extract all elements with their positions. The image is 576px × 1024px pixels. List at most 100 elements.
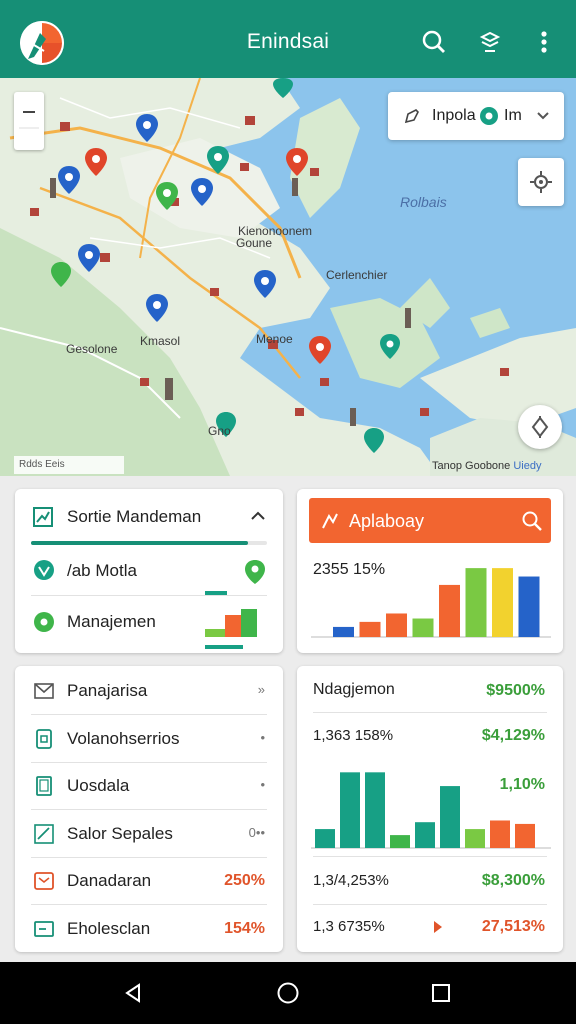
divider [313,712,547,713]
crosshair-icon [530,171,552,193]
search-header[interactable]: Aplaboay [309,498,551,543]
search-icon[interactable] [420,28,448,56]
chart-bar [518,576,540,637]
map-label-city: Kmasol [140,334,181,348]
list-item-value: 250% [224,872,265,889]
card-menu: Sortie Mandeman /ab Motla Manajemen [15,489,283,653]
map-search-text: Inpola [432,107,476,124]
card-title: Ndagjemon [313,681,395,698]
list-item-label[interactable]: Danadaran [67,871,151,891]
search-icon[interactable] [521,510,543,532]
location-pin-icon [243,559,267,585]
map-label-city: Goune [236,236,273,250]
chart-bar [386,613,407,637]
card-icon [33,918,55,940]
stat-value: $8,300% [481,872,545,889]
list-item-value: • [260,777,265,792]
card-analytics: Aplaboay 2355 15% [297,489,563,653]
card-list: Panajarisa » Volanohserrios • Uosdala • Salor … [15,666,283,952]
map-label-city: Gno [208,424,231,438]
app-bar: Enindsai [0,0,576,78]
stat-label: 1,3/4,253% [313,872,389,889]
back-icon[interactable] [118,978,148,1008]
chart-bar [390,835,410,848]
card-stats: Ndagjemon $9500% 1,363 158% $4,129% 1,10… [297,666,563,952]
divider [313,856,547,857]
divider [31,714,267,715]
chart-bar [412,618,434,637]
title-value: $9500% [486,682,545,699]
divider [313,904,547,905]
map-search-suffix: Im [504,107,522,124]
zoom-control[interactable] [14,92,44,150]
more-vert-icon[interactable] [530,28,558,56]
home-icon[interactable] [273,978,303,1008]
attribution-text: Tanop Goobone [432,460,511,472]
chart-icon [33,507,53,527]
zoom-out-icon[interactable] [14,92,44,150]
progress-fill [31,541,249,545]
place-badge-icon [480,107,498,125]
header-title: Aplaboay [349,511,425,531]
chart-bar [340,772,360,848]
edit-chart-icon [33,823,55,845]
divider [31,761,267,763]
divider [31,904,267,905]
list-item-value: » [257,682,265,697]
chevron-down-icon[interactable] [536,110,550,122]
bar-chart [311,568,551,638]
map-label-city: Gesolone [66,342,118,356]
list-item-label[interactable]: Salor Sepales [67,824,173,844]
chart-bar [465,568,487,637]
mini-chart [205,609,265,637]
map-search-box[interactable]: Inpola Im [388,92,564,140]
mini-bar [205,645,243,649]
mail-icon [33,680,55,702]
recents-icon[interactable] [426,978,456,1008]
navigation-icon [531,416,549,438]
my-location-button[interactable] [518,158,564,206]
document-icon [33,728,55,750]
chevron-up-icon[interactable] [249,507,267,525]
divider [31,809,267,810]
list-item-label[interactable]: Manajemen [67,612,156,632]
gear-icon [33,611,55,633]
progress-track [31,541,267,545]
divider [31,856,267,858]
bar-chart [311,772,551,849]
compass-button[interactable] [518,405,562,449]
chart-bar [439,584,460,637]
chart-bar [515,823,535,848]
list-item-label[interactable]: Panajarisa [67,681,147,701]
list-item-label[interactable]: Eholesclan [67,919,150,939]
tablet-icon [33,775,55,797]
map-label-city: Menoe [256,332,293,346]
stat-label: 1,363 158% [313,727,394,744]
attribution-brand: Uiedy [513,460,542,472]
map-attribution: Tanop Goobone Uiedy [432,460,541,472]
chart-bar [492,568,513,637]
play-arrow-icon [431,918,445,936]
chart-bar [365,772,385,848]
list-item-label[interactable]: Volanohserrios [67,729,179,749]
trend-icon [322,513,338,529]
chart-bar [440,786,460,848]
chart-bar [359,621,381,637]
list-item-label[interactable]: Uosdala [67,776,129,796]
list-item-label[interactable]: /ab Motla [67,561,137,581]
divider [31,595,267,596]
chart-bar [415,822,435,848]
edit-icon [404,109,419,124]
list-item-value: 154% [224,919,265,937]
layers-icon[interactable] [476,28,504,56]
map-label-sea: Rolbais [400,194,447,210]
chart-bar [490,820,510,848]
map-view[interactable]: Rolbais Kienonoonem Goune Cerlenchier Km… [0,78,576,476]
card-title: Sortie Mandeman [67,507,202,526]
stat-value: 27,513% [481,918,545,935]
chart-bar [333,626,354,637]
chart-bar [315,829,335,848]
map-label-city: Cerlenchier [326,268,388,282]
system-nav-bar [0,962,576,1024]
map-scale: Rdds Eeis [14,456,124,474]
